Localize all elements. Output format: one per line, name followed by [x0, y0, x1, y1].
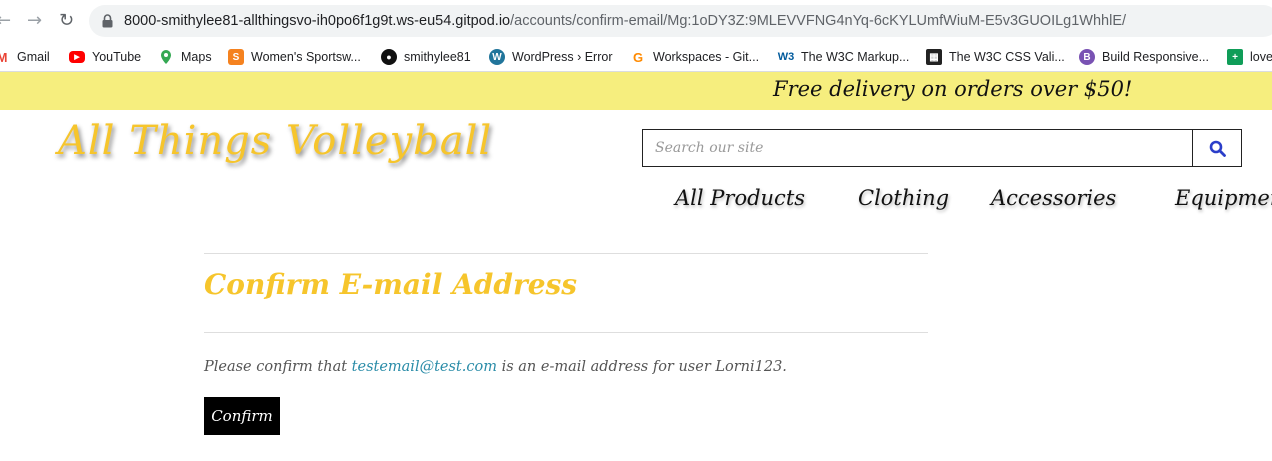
message-prefix: Please confirm that: [204, 359, 352, 375]
bookmark-gitpod[interactable]: G Workspaces - Git...: [630, 48, 759, 66]
w3c-icon: W3: [777, 49, 795, 65]
gitpod-icon: G: [630, 49, 646, 65]
bookmark-youtube[interactable]: ▶ YouTube: [69, 48, 141, 66]
email-link[interactable]: testemail@test.com: [352, 359, 497, 375]
search-input[interactable]: [643, 130, 1192, 166]
back-icon[interactable]: ←: [0, 10, 11, 32]
bootstrap-icon: B: [1079, 49, 1095, 65]
w3c-css-icon: ▦: [926, 49, 942, 65]
promo-banner: Free delivery on orders over $50!: [0, 72, 1272, 110]
bookmark-github[interactable]: ● smithylee81: [381, 48, 471, 66]
bookmark-maps[interactable]: Maps: [158, 48, 212, 66]
url-text: 8000-smithylee81-allthingsvo-ih0po6f1g9t…: [124, 13, 1126, 29]
bookmark-label: YouTube: [92, 50, 142, 64]
github-icon: ●: [381, 49, 397, 65]
nav-equipment[interactable]: Equipment: [1175, 186, 1272, 210]
bookmark-sportswear[interactable]: S Women's Sportsw...: [228, 48, 361, 66]
bookmark-label: WordPress › Error: [512, 50, 613, 64]
nav-accessories[interactable]: Accessories: [991, 186, 1116, 210]
bookmark-label: The W3C Markup...: [801, 50, 910, 64]
sportswear-icon: S: [228, 49, 244, 65]
maps-icon: [161, 50, 171, 64]
bookmark-label: Gmail: [17, 50, 50, 64]
bookmark-label: The W3C CSS Vali...: [949, 50, 1065, 64]
youtube-icon: ▶: [69, 51, 85, 63]
promo-text: Free delivery on orders over $50!: [773, 77, 1133, 101]
search-form: [642, 129, 1242, 167]
forward-icon[interactable]: →: [27, 10, 42, 32]
lock-icon: [102, 14, 113, 28]
address-bar[interactable]: 8000-smithylee81-allthingsvo-ih0po6f1g9t…: [89, 5, 1272, 37]
divider-top: [204, 253, 928, 254]
gmail-icon: M: [0, 49, 10, 65]
confirm-button[interactable]: Confirm: [204, 397, 280, 435]
divider-bottom: [204, 332, 928, 333]
bookmark-bootstrap[interactable]: B Build Responsive...: [1079, 48, 1209, 66]
bookmark-label: Maps: [181, 50, 212, 64]
bookmark-label: Build Responsive...: [1102, 50, 1210, 64]
browser-toolbar: ← → ↻ 8000-smithylee81-allthingsvo-ih0po…: [0, 0, 1272, 42]
reload-icon[interactable]: ↻: [59, 10, 74, 32]
bookmarks-bar: M Gmail ▶ YouTube Maps S Women's Sportsw…: [0, 42, 1272, 72]
url-path: /accounts/confirm-email/Mg:1oDY3Z:9MLEVV…: [510, 13, 1127, 29]
confirmation-message: Please confirm that testemail@test.com i…: [204, 359, 787, 375]
nav-all-products[interactable]: All Products: [675, 186, 805, 210]
message-suffix: is an e-mail address for user Lorni123.: [496, 359, 787, 375]
bookmark-w3c-markup[interactable]: W3 The W3C Markup...: [778, 48, 909, 66]
site-logo[interactable]: All Things Volleyball: [58, 118, 492, 164]
bookmark-gmail[interactable]: M Gmail: [0, 48, 50, 66]
bookmark-wordpress[interactable]: W WordPress › Error: [489, 48, 612, 66]
url-host: 8000-smithylee81-allthingsvo-ih0po6f1g9t…: [124, 13, 511, 29]
search-icon: [1209, 140, 1226, 157]
bookmark-label: Workspaces - Git...: [653, 50, 760, 64]
bookmark-w3c-css[interactable]: ▦ The W3C CSS Vali...: [926, 48, 1065, 66]
bookmark-label: love: [1250, 50, 1272, 64]
sheets-icon: +: [1227, 49, 1243, 65]
page-title: Confirm E-mail Address: [204, 268, 578, 301]
nav-clothing[interactable]: Clothing: [858, 186, 949, 210]
wordpress-icon: W: [489, 49, 505, 65]
search-button[interactable]: [1192, 130, 1241, 166]
bookmark-sheets[interactable]: + love: [1227, 48, 1272, 66]
bookmark-label: smithylee81: [404, 50, 471, 64]
bookmark-label: Women's Sportsw...: [251, 50, 361, 64]
